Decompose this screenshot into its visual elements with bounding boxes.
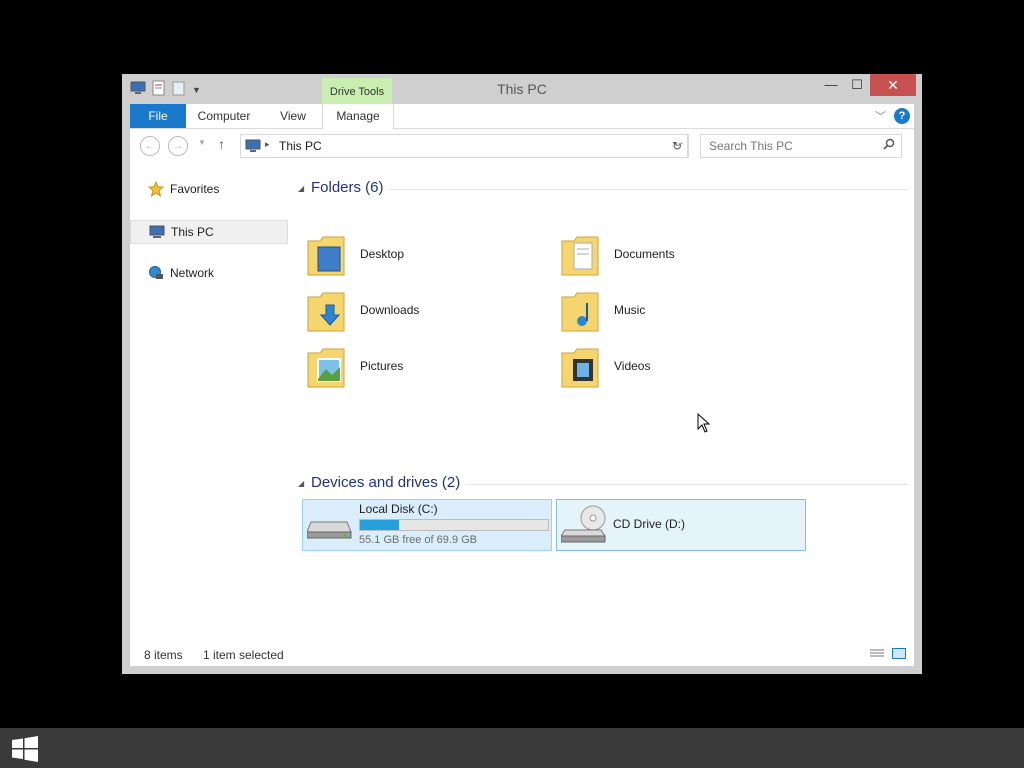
maximize-button[interactable]: ☐ bbox=[842, 74, 872, 96]
recent-locations-icon[interactable]: ▼ bbox=[198, 138, 206, 147]
help-icon[interactable]: ? bbox=[894, 108, 910, 124]
folder-documents[interactable]: Documents bbox=[552, 230, 792, 280]
mouse-cursor-icon bbox=[697, 412, 711, 436]
ribbon-tabs: File Computer View Manage ﹀ ? bbox=[130, 104, 914, 130]
folder-label: Music bbox=[614, 303, 646, 317]
explorer-window: ▼ Drive Tools This PC — ☐ ✕ File Compute… bbox=[122, 74, 922, 674]
search-box[interactable]: Search This PC bbox=[700, 134, 902, 158]
computer-icon bbox=[149, 224, 165, 240]
nav-item-this-pc[interactable]: This PC bbox=[130, 220, 288, 244]
nav-label: This PC bbox=[171, 225, 214, 239]
address-bar[interactable]: ▸ This PC ﹀ bbox=[240, 134, 688, 158]
large-icons-view-icon[interactable] bbox=[892, 648, 906, 659]
downloads-folder-icon bbox=[306, 289, 346, 333]
folder-label: Downloads bbox=[360, 303, 420, 317]
group-divider bbox=[466, 484, 908, 485]
window-title: This PC bbox=[497, 81, 547, 97]
group-divider bbox=[390, 189, 908, 190]
computer-icon bbox=[245, 139, 261, 156]
desktop-folder-icon bbox=[306, 233, 346, 277]
refresh-button[interactable]: ↻ bbox=[666, 134, 689, 158]
drive-label: Local Disk (C:) bbox=[359, 502, 438, 516]
music-folder-icon bbox=[560, 289, 600, 333]
selection-count: 1 item selected bbox=[203, 648, 284, 662]
up-button[interactable]: ↑ bbox=[218, 136, 225, 152]
search-placeholder: Search This PC bbox=[709, 139, 793, 153]
item-count: 8 items bbox=[144, 648, 183, 662]
tab-file[interactable]: File bbox=[130, 104, 186, 128]
taskbar bbox=[0, 728, 1024, 768]
star-icon bbox=[147, 180, 165, 198]
collapse-arrow-icon[interactable]: ◢ bbox=[298, 184, 304, 193]
folder-label: Pictures bbox=[360, 359, 404, 373]
folder-videos[interactable]: Videos bbox=[552, 342, 792, 392]
drive-free-space: 55.1 GB free of 69.9 GB bbox=[359, 534, 478, 546]
group-header-drives[interactable]: ◢ Devices and drives (2) bbox=[298, 474, 908, 494]
navigation-bar: ← → ▼ ↑ ▸ This PC ﹀ ↻ Search This PC bbox=[130, 128, 914, 166]
group-title: Devices and drives (2) bbox=[311, 474, 461, 491]
group-title: Folders (6) bbox=[311, 179, 384, 196]
close-button[interactable]: ✕ bbox=[870, 74, 916, 96]
network-icon bbox=[148, 265, 164, 281]
nav-label: Network bbox=[170, 266, 215, 280]
nav-item-network[interactable]: Network bbox=[130, 262, 286, 284]
drive-label: CD Drive (D:) bbox=[613, 517, 685, 531]
folder-label: Documents bbox=[614, 247, 675, 261]
status-bar: 8 items 1 item selected bbox=[130, 640, 914, 666]
title-bar[interactable]: ▼ Drive Tools This PC — ☐ ✕ bbox=[122, 74, 922, 104]
nav-item-favorites[interactable]: Favorites bbox=[130, 178, 286, 200]
details-view-icon[interactable] bbox=[870, 648, 884, 659]
drive-cd-d[interactable]: CD Drive (D:) bbox=[556, 499, 806, 551]
windows-start-icon[interactable] bbox=[12, 736, 38, 762]
forward-button[interactable]: → bbox=[168, 136, 188, 156]
content-pane: ◢ Folders (6) Desktop Documents Download… bbox=[298, 166, 910, 626]
tab-computer[interactable]: Computer bbox=[190, 104, 258, 128]
videos-folder-icon bbox=[560, 345, 600, 389]
tab-view[interactable]: View bbox=[270, 104, 316, 128]
disk-usage-bar bbox=[359, 519, 549, 531]
expand-ribbon-icon[interactable]: ﹀ bbox=[875, 108, 886, 124]
folder-music[interactable]: Music bbox=[552, 286, 792, 336]
group-header-folders[interactable]: ◢ Folders (6) bbox=[298, 179, 908, 199]
breadcrumb-chevron-icon[interactable]: ▸ bbox=[265, 139, 270, 150]
disk-usage-fill bbox=[360, 520, 400, 530]
documents-folder-icon bbox=[560, 233, 600, 277]
search-icon[interactable] bbox=[883, 138, 895, 153]
nav-label: Favorites bbox=[170, 182, 220, 196]
collapse-arrow-icon[interactable]: ◢ bbox=[298, 479, 304, 488]
back-button[interactable]: ← bbox=[140, 136, 160, 156]
tab-manage[interactable]: Manage bbox=[322, 104, 394, 130]
hard-disk-icon bbox=[306, 510, 353, 543]
address-text: This PC bbox=[279, 139, 322, 153]
folder-downloads[interactable]: Downloads bbox=[298, 286, 538, 336]
folder-label: Desktop bbox=[360, 247, 405, 261]
cd-drive-icon bbox=[560, 504, 607, 549]
window-client: File Computer View Manage ﹀ ? ← → ▼ ↑ ▸ … bbox=[130, 104, 914, 666]
folder-desktop[interactable]: Desktop bbox=[298, 230, 538, 280]
drive-local-disk-c[interactable]: Local Disk (C:) 55.1 GB free of 69.9 GB bbox=[302, 499, 552, 551]
folder-pictures[interactable]: Pictures bbox=[298, 342, 538, 392]
navigation-pane: Favorites This PC Network bbox=[130, 166, 294, 616]
folder-label: Videos bbox=[614, 359, 651, 373]
pictures-folder-icon bbox=[306, 345, 346, 389]
